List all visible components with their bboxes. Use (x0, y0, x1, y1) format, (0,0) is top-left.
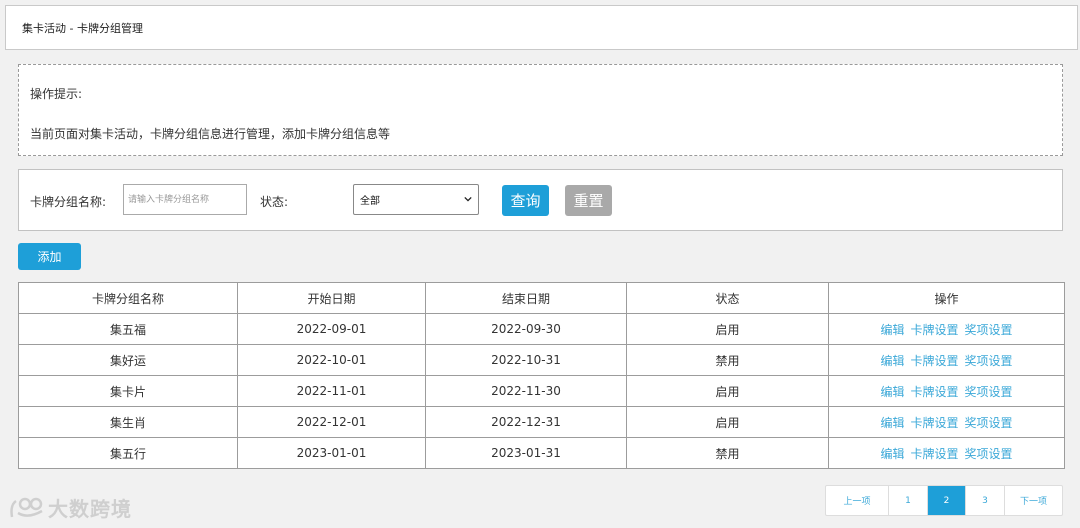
prize-settings-link[interactable]: 奖项设置 (965, 323, 1013, 337)
reset-button[interactable]: 重置 (565, 185, 612, 216)
column-header-start-date: 开始日期 (237, 282, 426, 314)
table-row: 集好运 2022-10-01 2022-10-31 禁用 编辑 卡牌设置 奖项设置 (18, 344, 1065, 376)
pagination-prev[interactable]: 上一项 (826, 486, 889, 515)
status-select-value: 全部 (360, 196, 380, 207)
prize-settings-link[interactable]: 奖项设置 (965, 416, 1013, 430)
pagination-page-3[interactable]: 3 (966, 486, 1005, 515)
chevron-down-icon (464, 196, 472, 202)
card-settings-link[interactable]: 卡牌设置 (910, 416, 958, 430)
cell-end-date: 2022-12-31 (425, 406, 627, 438)
edit-link[interactable]: 编辑 (880, 416, 904, 430)
cell-start-date: 2022-11-01 (237, 375, 426, 407)
status-label: 状态: (260, 195, 289, 209)
column-header-name: 卡牌分组名称 (18, 282, 238, 314)
cell-end-date: 2022-09-30 (425, 313, 627, 345)
cell-name: 集好运 (18, 344, 238, 376)
group-name-label: 卡牌分组名称: (30, 195, 107, 209)
cell-name: 集卡片 (18, 375, 238, 407)
card-settings-link[interactable]: 卡牌设置 (910, 385, 958, 399)
cell-actions: 编辑 卡牌设置 奖项设置 (828, 313, 1065, 345)
query-button[interactable]: 查询 (502, 185, 549, 216)
cell-actions: 编辑 卡牌设置 奖项设置 (828, 375, 1065, 407)
cell-end-date: 2022-11-30 (425, 375, 627, 407)
cell-name: 集五福 (18, 313, 238, 345)
status-select[interactable]: 全部 (353, 184, 479, 215)
cell-name: 集五行 (18, 437, 238, 469)
search-panel: 卡牌分组名称: 状态: 全部 查询 重置 (18, 169, 1063, 231)
column-header-actions: 操作 (828, 282, 1065, 314)
pagination: 上一项 1 2 3 下一项 (825, 485, 1063, 516)
page-title: 集卡活动 - 卡牌分组管理 (22, 21, 143, 35)
pagination-next[interactable]: 下一项 (1005, 486, 1062, 515)
card-group-table: 卡牌分组名称 开始日期 结束日期 状态 操作 集五福 2022-09-01 20… (18, 282, 1065, 469)
tips-text: 当前页面对集卡活动，卡牌分组信息进行管理，添加卡牌分组信息等 (30, 127, 391, 141)
watermark-logo-icon (10, 497, 43, 517)
edit-link[interactable]: 编辑 (880, 447, 904, 461)
cell-status: 启用 (626, 313, 829, 345)
cell-start-date: 2023-01-01 (237, 437, 426, 469)
cell-status: 启用 (626, 406, 829, 438)
add-button[interactable]: 添加 (18, 243, 81, 270)
edit-link[interactable]: 编辑 (880, 323, 904, 337)
prize-settings-link[interactable]: 奖项设置 (965, 385, 1013, 399)
column-header-status: 状态 (626, 282, 829, 314)
table-row: 集卡片 2022-11-01 2022-11-30 启用 编辑 卡牌设置 奖项设置 (18, 375, 1065, 407)
edit-link[interactable]: 编辑 (880, 354, 904, 368)
cell-end-date: 2023-01-31 (425, 437, 627, 469)
prize-settings-link[interactable]: 奖项设置 (965, 447, 1013, 461)
watermark-logo: 大数跨境 (8, 493, 132, 522)
table-row: 集五福 2022-09-01 2022-09-30 启用 编辑 卡牌设置 奖项设置 (18, 313, 1065, 345)
edit-link[interactable]: 编辑 (880, 385, 904, 399)
cell-start-date: 2022-10-01 (237, 344, 426, 376)
watermark-text: 大数跨境 (48, 497, 132, 521)
card-settings-link[interactable]: 卡牌设置 (910, 447, 958, 461)
cell-start-date: 2022-12-01 (237, 406, 426, 438)
prize-settings-link[interactable]: 奖项设置 (965, 354, 1013, 368)
cell-status: 禁用 (626, 344, 829, 376)
cell-status: 启用 (626, 375, 829, 407)
card-settings-link[interactable]: 卡牌设置 (910, 354, 958, 368)
table-row: 集生肖 2022-12-01 2022-12-31 启用 编辑 卡牌设置 奖项设置 (18, 406, 1065, 438)
cell-end-date: 2022-10-31 (425, 344, 627, 376)
table-row: 集五行 2023-01-01 2023-01-31 禁用 编辑 卡牌设置 奖项设置 (18, 437, 1065, 469)
tips-title: 操作提示: (30, 87, 83, 101)
column-header-end-date: 结束日期 (425, 282, 627, 314)
cell-status: 禁用 (626, 437, 829, 469)
card-settings-link[interactable]: 卡牌设置 (910, 323, 958, 337)
cell-actions: 编辑 卡牌设置 奖项设置 (828, 406, 1065, 438)
cell-actions: 编辑 卡牌设置 奖项设置 (828, 437, 1065, 469)
table-header-row: 卡牌分组名称 开始日期 结束日期 状态 操作 (18, 282, 1065, 314)
page-header: 集卡活动 - 卡牌分组管理 (5, 5, 1078, 50)
cell-start-date: 2022-09-01 (237, 313, 426, 345)
cell-actions: 编辑 卡牌设置 奖项设置 (828, 344, 1065, 376)
group-name-input[interactable] (123, 184, 247, 215)
cell-name: 集生肖 (18, 406, 238, 438)
pagination-page-1[interactable]: 1 (889, 486, 928, 515)
tips-panel: 操作提示: 当前页面对集卡活动，卡牌分组信息进行管理，添加卡牌分组信息等 (18, 64, 1063, 156)
pagination-page-2[interactable]: 2 (928, 486, 966, 515)
